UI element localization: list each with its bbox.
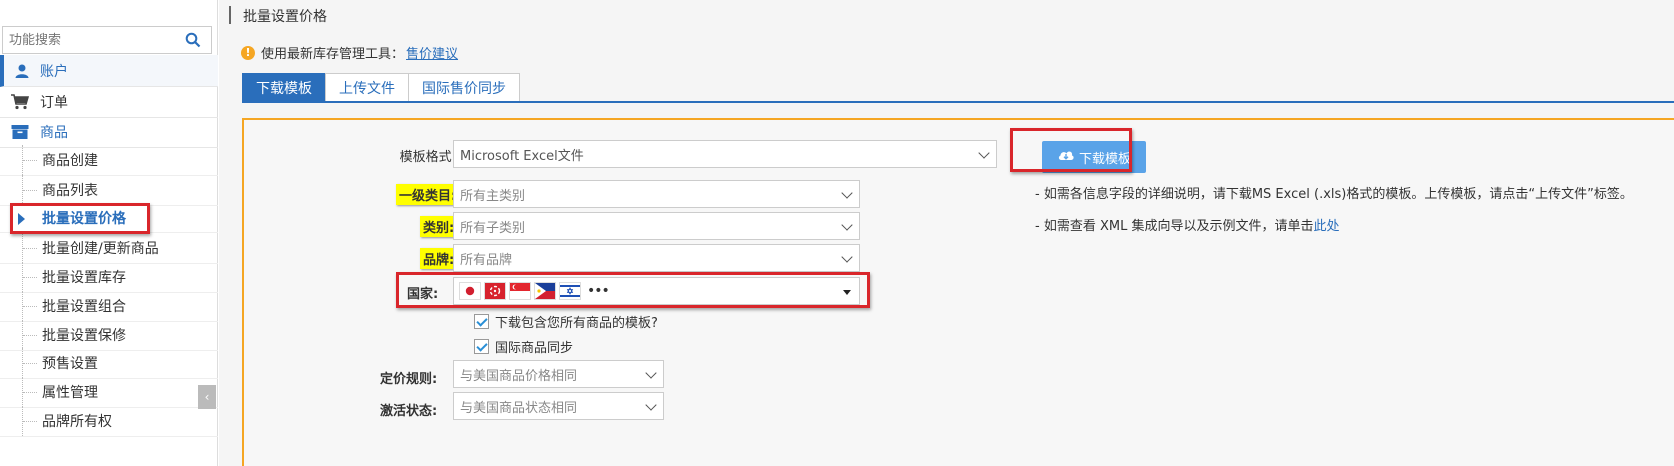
notice: ! 使用最新库存管理工具： 售价建议 [241,43,458,62]
highlight-box-download [1010,128,1132,172]
sidebar-item-label: 批量创建/更新商品 [42,241,159,257]
info-line-excel: - 如需各信息字段的详细说明，请下载MS Excel (.xls)格式的模板。上… [1035,187,1633,202]
activation-value: 与美国商品状态相同 [460,400,578,416]
nav-item-products[interactable]: 商品 [0,116,218,148]
sidebar-item-bulk-warranty[interactable]: 批量设置保修 [0,320,218,351]
nav-item-label: 账户 [40,63,68,80]
nav-item-orders[interactable]: 订单 [0,86,218,118]
pricing-rule-select[interactable]: 与美国商品价格相同 [453,360,664,388]
category-label: 类别: [420,216,458,237]
main-content: 批量设置价格 ! 使用最新库存管理工具： 售价建议 下载模板 上传文件 国际售价… [219,0,1674,466]
nav-item-label: 商品 [40,124,68,141]
brand-label: 品牌: [420,248,458,269]
template-format-label: 模板格式: [399,150,456,165]
checkbox-row-all-products[interactable]: 下载包含您所有商品的模板? [474,312,658,331]
brand-select[interactable]: 所有品牌 [453,244,860,272]
chevron-down-icon [978,147,990,159]
checkbox-intl-sync-label: 国际商品同步 [495,341,574,356]
chevron-down-icon [841,219,853,231]
pricing-rule-value: 与美国商品价格相同 [460,368,578,384]
sidebar-item-label: 批量设置组合 [42,299,126,315]
activation-label: 激活状态: [380,404,438,419]
highlight-box-sidebar [10,203,150,234]
template-format-select[interactable]: Microsoft Excel文件 [453,140,997,168]
nav-item-account[interactable]: 账户 [0,55,218,87]
search-input[interactable] [3,27,173,53]
chevron-down-icon [645,367,657,379]
sidebar-item-brand-ownership[interactable]: 品牌所有权 [0,406,218,437]
category1-label: 一级类目: [396,184,460,205]
sidebar-item-label: 批量设置库存 [42,270,126,286]
box-icon [0,124,40,140]
sidebar-item-label: 预售设置 [42,356,98,372]
chevron-down-icon [841,187,853,199]
collapse-sidebar-button[interactable]: ‹ [198,385,216,409]
activation-select[interactable]: 与美国商品状态相同 [453,392,664,420]
tab-intl-price-sync[interactable]: 国际售价同步 [408,73,520,102]
page-title: 批量设置价格 [243,9,327,25]
highlight-box-country [396,272,870,308]
notice-text: 使用最新库存管理工具： [261,47,405,62]
page-title-bar: 批量设置价格 [219,0,1674,30]
chevron-down-icon [645,399,657,411]
brand-value: 所有品牌 [460,252,513,268]
xml-guide-link[interactable]: 此处 [1313,219,1339,234]
sidebar-item-label: 品牌所有权 [42,414,112,430]
warning-icon: ! [241,45,255,60]
template-format-value: Microsoft Excel文件 [460,148,584,164]
tab-upload-file[interactable]: 上传文件 [325,73,409,102]
checkbox-row-intl-sync[interactable]: 国际商品同步 [474,337,573,356]
sidebar-item-label: 商品列表 [42,183,98,199]
sidebar-item-bulk-stock[interactable]: 批量设置库存 [0,262,218,293]
checkbox-all-products[interactable] [474,314,489,329]
sidebar-item-label: 商品创建 [42,153,98,169]
search-icon[interactable] [185,32,201,48]
sidebar-item-bulk-bundle[interactable]: 批量设置组合 [0,291,218,322]
category-select[interactable]: 所有子类别 [453,212,860,240]
tab-underline [242,101,1674,103]
sidebar-item-label: 批量设置保修 [42,328,126,344]
info-line-xml-text: - 如需查看 XML 集成向导以及示例文件，请单击 [1035,219,1314,234]
sidebar-item-bulk-create[interactable]: 批量创建/更新商品 [0,233,218,264]
price-suggestion-link[interactable]: 售价建议 [406,43,458,62]
sidebar-item-label: 属性管理 [42,385,98,401]
category1-value: 所有主类别 [460,188,526,204]
category1-select[interactable]: 所有主类别 [453,180,860,208]
category-value: 所有子类别 [460,220,526,236]
chevron-down-icon [841,251,853,263]
tab-bar: 下载模板 上传文件 国际售价同步 [242,73,520,102]
checkbox-intl-sync[interactable] [474,339,489,354]
sidebar-item-attributes[interactable]: 属性管理 [0,377,218,408]
pricing-rule-label: 定价规则: [380,372,438,387]
sidebar-item-product-list[interactable]: 商品列表 [0,175,218,206]
info-line-xml: - 如需查看 XML 集成向导以及示例文件，请单击此处 [1035,215,1339,234]
cart-icon [0,93,40,110]
sidebar-item-presale[interactable]: 预售设置 [0,348,218,379]
sidebar-item-product-create[interactable]: 商品创建 [0,145,218,176]
nav-item-label: 订单 [40,94,68,111]
tab-download-template[interactable]: 下载模板 [242,73,326,102]
search-box[interactable] [2,26,212,54]
checkbox-all-products-label: 下载包含您所有商品的模板? [495,316,658,331]
user-icon [4,63,40,79]
